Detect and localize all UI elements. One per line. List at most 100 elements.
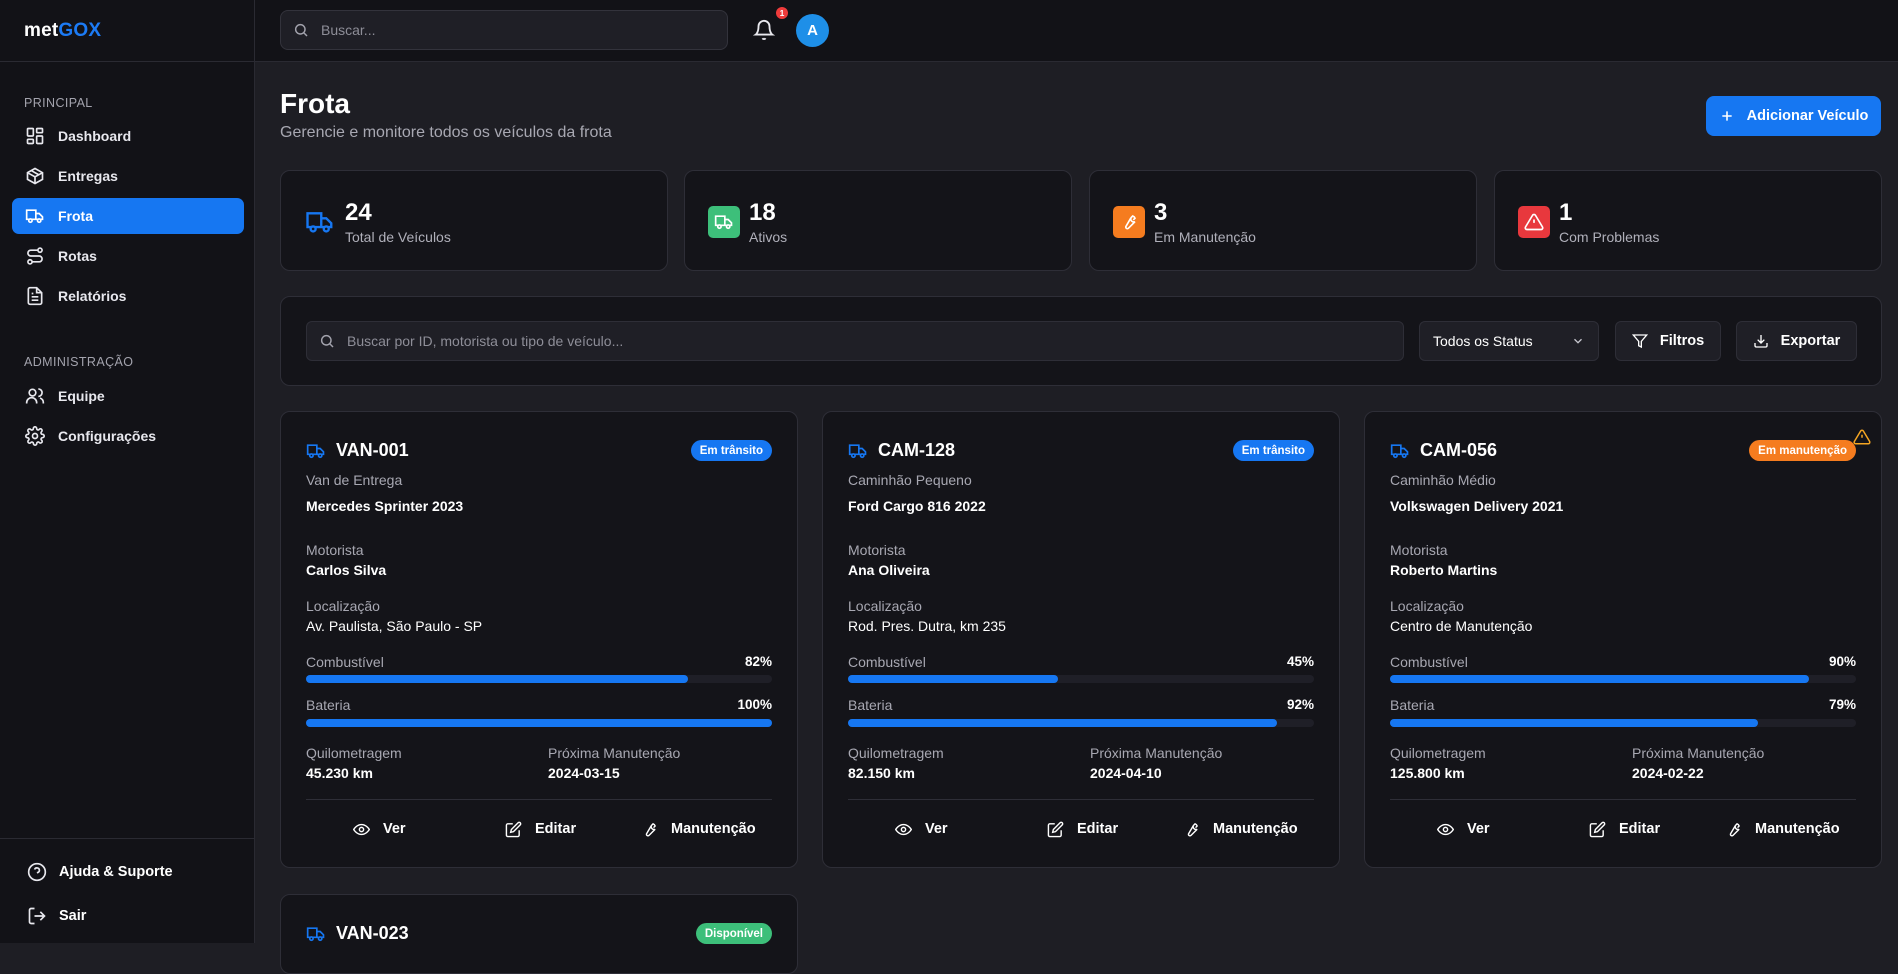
chevron-down-icon [1574,338,1582,344]
sidebar-item-relatorios[interactable]: Relatórios [12,278,244,314]
fuel-percent: 45% [1286,654,1314,669]
vehicle-model: Ford Cargo 816 2022 [848,498,986,514]
file-text-icon [27,286,43,306]
filter-icon [1631,334,1648,349]
card-divider [848,799,1314,800]
export-button[interactable]: Exportar [1736,321,1857,361]
stat-card-total: 24 Total de Veículos [280,170,668,271]
package-icon [26,167,44,185]
status-badge: Em trânsito [690,440,772,461]
sidebar-item-equipe[interactable]: Equipe [12,378,244,414]
view-label: Ver [1467,821,1490,837]
sidebar-item-label: Entregas [58,168,118,184]
truck-icon [25,209,44,224]
maintenance-button[interactable]: Manutenção [1183,818,1298,840]
vehicle-id: CAM-128 [878,440,956,460]
sidebar-item-label: Frota [58,208,93,224]
sidebar-item-dashboard[interactable]: Dashboard [12,118,244,154]
sidebar-item-entregas[interactable]: Entregas [12,158,244,194]
notification-badge: 1 [776,7,788,19]
add-vehicle-button[interactable]: Adicionar Veículo [1706,96,1881,136]
fuel-label: Combustível [306,654,384,670]
vehicle-card: CAM-128 Em trânsito Caminhão Pequeno Ford C… [822,411,1340,868]
battery-bar [1390,719,1856,727]
filters-button[interactable]: Filtros [1615,321,1721,361]
vehicle-search-input[interactable] [347,333,1387,349]
sidebar-item-frota[interactable]: Frota [12,198,244,234]
page-title: Frota [280,88,350,119]
truck-icon [1390,443,1409,458]
fuel-bar [848,675,1314,683]
logout-link[interactable]: Sair [27,906,86,926]
fuel-bar [1390,675,1856,683]
page-subtitle: Gerencie e monitore todos os veículos da… [280,124,612,141]
vehicle-card: VAN-023 Disponível [280,894,798,974]
battery-percent: 100% [737,697,772,712]
search-icon [320,334,334,348]
sidebar-item-rotas[interactable]: Rotas [12,238,244,274]
mileage-value: 82.150 km [848,765,915,781]
fuel-bar-fill [306,675,689,683]
vehicle-model: Mercedes Sprinter 2023 [306,498,464,514]
card-divider [1390,799,1856,800]
view-button[interactable]: Ver [895,818,948,840]
wrench-icon [645,822,656,837]
help-support-link[interactable]: Ajuda & Suporte [27,862,173,882]
status-badge: Em trânsito [1232,440,1314,461]
status-badge: Em manutenção [1749,440,1856,461]
sidebar-section-administracao: ADMINISTRAÇÃO [24,355,134,369]
vehicle-type: Van de Entrega [306,472,403,488]
maintenance-label: Manutenção [1213,821,1298,837]
vehicle-header: VAN-001 [306,440,409,461]
add-vehicle-label: Adicionar Veículo [1746,108,1869,124]
edit-button[interactable]: Editar [1589,818,1660,840]
maintenance-button[interactable]: Manutenção [641,818,756,840]
sidebar-item-configuracoes[interactable]: Configurações [12,418,244,454]
bell-icon[interactable] [753,19,775,41]
location-label: Localização [1390,598,1464,614]
stat-label: Ativos [749,229,788,245]
filter-bar: Todos os Status Filtros Exportar [280,296,1882,386]
app-logo[interactable]: metGOX [24,20,101,42]
help-support-label: Ajuda & Suporte [59,864,173,880]
plus-icon [1721,111,1732,121]
edit-icon [505,821,522,837]
global-search[interactable] [280,10,728,50]
fuel-bar [306,675,772,683]
view-button[interactable]: Ver [353,818,406,840]
battery-bar-fill [306,719,772,727]
battery-bar [306,719,772,727]
edit-button[interactable]: Editar [1047,818,1118,840]
sidebar-item-label: Equipe [58,388,105,404]
mileage-value: 45.230 km [306,765,373,781]
eye-icon [353,823,370,835]
status-select[interactable]: Todos os Status [1419,321,1599,361]
global-search-input[interactable] [321,22,701,38]
next-maintenance-label: Próxima Manutenção [548,745,681,761]
maintenance-button[interactable]: Manutenção [1725,818,1840,840]
truck-icon [306,443,325,458]
sidebar-divider [0,61,254,62]
view-button[interactable]: Ver [1437,818,1490,840]
battery-label: Bateria [848,697,893,713]
stat-card-problems: 1 Com Problemas [1494,170,1882,271]
vehicle-search[interactable] [306,321,1404,361]
edit-label: Editar [535,821,577,837]
help-circle-icon [27,862,47,882]
stat-label: Em Manutenção [1154,229,1256,245]
battery-bar [848,719,1314,727]
fuel-percent: 82% [744,654,772,669]
battery-percent: 79% [1828,697,1856,712]
location-value: Rod. Pres. Dutra, km 235 [848,618,1006,634]
card-divider [306,799,772,800]
avatar[interactable]: A [796,14,829,47]
vehicle-model: Volkswagen Delivery 2021 [1390,498,1564,514]
sidebar-footer-divider [0,838,254,839]
stat-icon-wrapper [1518,206,1550,238]
vehicle-header: CAM-056 [1390,440,1497,461]
fuel-bar-fill [848,675,1058,683]
edit-button[interactable]: Editar [505,818,576,840]
next-maintenance-value: 2024-03-15 [548,765,620,781]
users-icon [25,388,45,404]
driver-label: Motorista [306,542,364,558]
